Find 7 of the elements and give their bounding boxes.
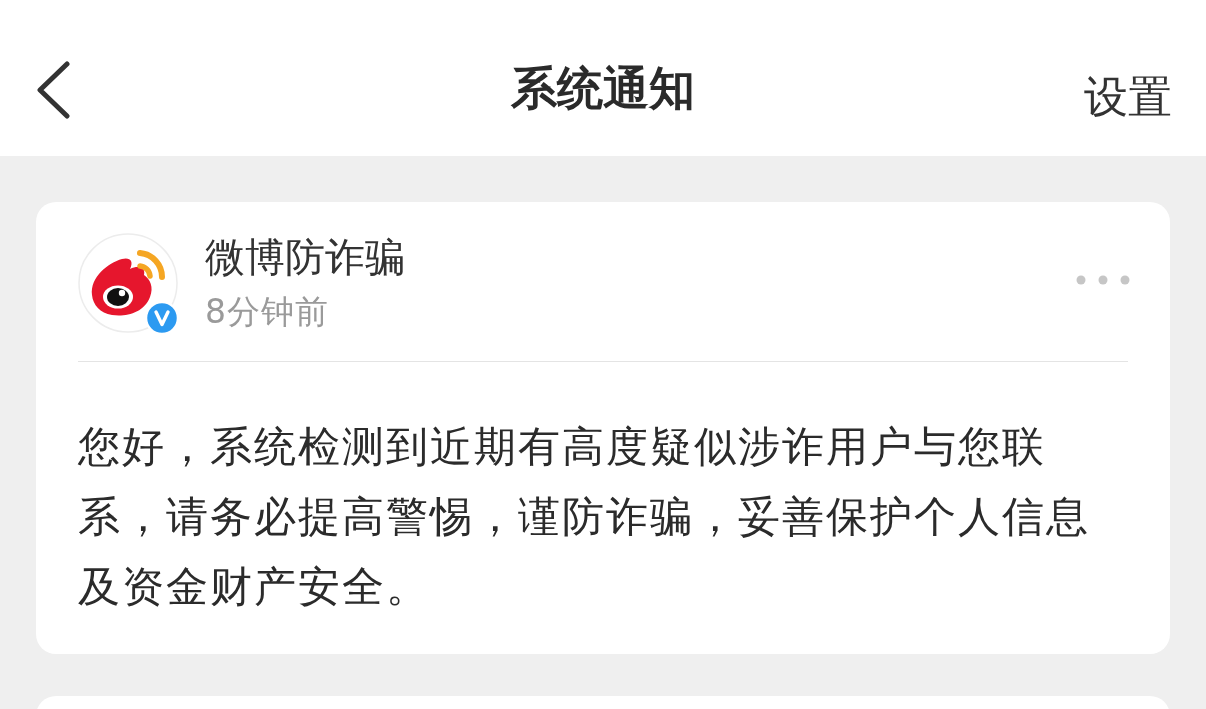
back-icon[interactable] bbox=[36, 61, 70, 119]
post-time: 8分钟前 bbox=[205, 292, 329, 332]
notification-message: 您好，系统检测到近期有高度疑似涉诈用户与您联系，请务必提高警惕，谨防诈骗，妥善保护个人信息及资金财产安全。 bbox=[78, 421, 1091, 613]
page-title: 系统通知 bbox=[511, 60, 695, 118]
settings-link[interactable]: 设置 bbox=[1084, 67, 1172, 127]
sender-name: 微博防诈骗 bbox=[205, 234, 405, 281]
eye-logo-icon bbox=[78, 233, 178, 333]
